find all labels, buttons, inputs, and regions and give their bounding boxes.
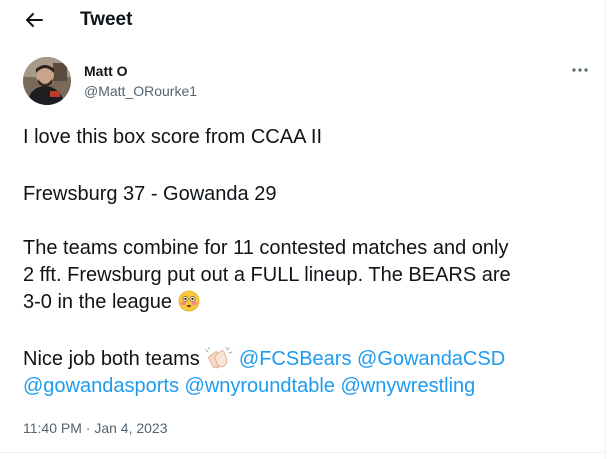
- more-horizontal-icon: [572, 68, 588, 72]
- tweet-line-text: 3-0 in the league: [23, 291, 173, 313]
- tweet-line: The teams combine for 11 contested match…: [23, 237, 509, 259]
- tweet-line: 2 fft. Frewsburg put out a FULL lineup. …: [23, 264, 511, 286]
- mention-link[interactable]: @GowandaCSD: [357, 348, 505, 370]
- flushed-face-emoji: [178, 290, 200, 319]
- tweet-line-text: Nice job both teams: [23, 348, 200, 370]
- tweet-detail-panel: Tweet Matt O @Matt_ORourke1 I love this …: [0, 0, 606, 459]
- page-title: Tweet: [80, 9, 133, 30]
- mention-link[interactable]: @wnyroundtable: [185, 375, 335, 397]
- mention-link[interactable]: @FCSBears: [239, 348, 352, 370]
- author-name[interactable]: Matt O: [84, 63, 128, 80]
- tweet-line: Frewsburg 37 - Gowanda 29: [23, 183, 277, 205]
- arrow-left-icon: [26, 13, 43, 27]
- scrollbar-track: [606, 0, 612, 459]
- tweet-line-with-emoji: 3-0 in the league: [23, 289, 593, 319]
- tweet-line-mentions: @gowandasports @wnyroundtable @wnywrestl…: [23, 373, 593, 399]
- mention-link[interactable]: @gowandasports: [23, 375, 179, 397]
- mention-link[interactable]: @wnywrestling: [340, 375, 475, 397]
- back-button[interactable]: [20, 6, 48, 34]
- avatar[interactable]: [23, 57, 71, 105]
- clapping-hands-emoji: [205, 346, 233, 376]
- more-options-button[interactable]: [566, 58, 594, 82]
- tweet-line-with-mentions: Nice job both teams @FCSBears @GowandaCS…: [23, 346, 593, 376]
- page-header: Tweet: [0, 0, 606, 40]
- author-handle[interactable]: @Matt_ORourke1: [84, 83, 197, 100]
- tweet-timestamp[interactable]: 11:40 PM · Jan 4, 2023: [23, 420, 168, 437]
- tweet-line: I love this box score from CCAA II: [23, 126, 322, 148]
- divider: [0, 452, 606, 453]
